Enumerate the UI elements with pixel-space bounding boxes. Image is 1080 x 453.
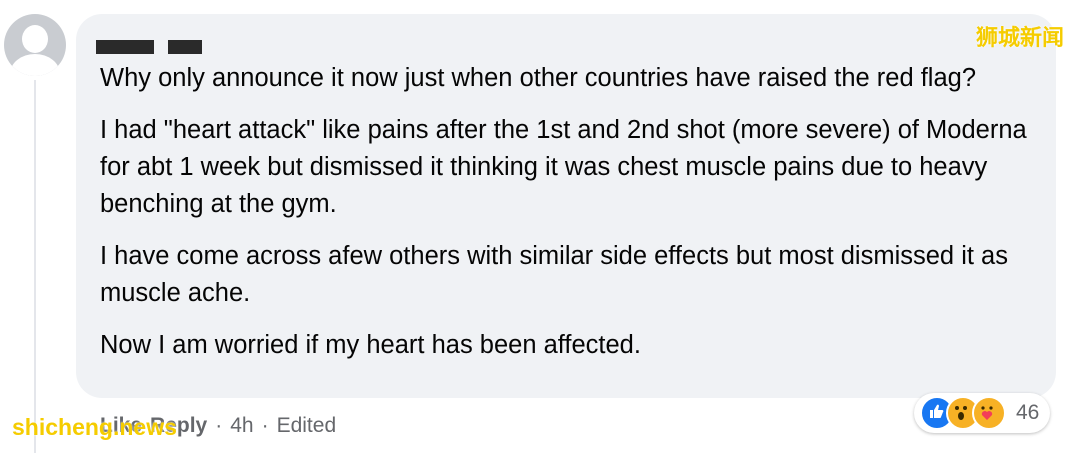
redaction-block (96, 40, 154, 54)
comment-paragraph: I had "heart attack" like pains after th… (100, 116, 1027, 218)
comment-text: Why only announce it now just when other… (100, 60, 1040, 379)
avatar-body-shape (10, 54, 60, 76)
reactions-summary[interactable]: 46 (914, 393, 1050, 433)
timestamp-link[interactable]: 4h (230, 414, 253, 438)
edited-label[interactable]: Edited (277, 414, 337, 438)
watermark-bottom: shicheng.news (12, 414, 177, 440)
redaction-block (168, 40, 202, 54)
comment-paragraph: Now I am worried if my heart has been af… (100, 331, 641, 359)
reaction-count: 46 (1016, 401, 1040, 424)
care-icon (972, 396, 1006, 430)
separator: · (215, 414, 223, 437)
comment-paragraph: Why only announce it now just when other… (100, 64, 977, 92)
avatar[interactable] (4, 14, 66, 76)
watermark-top: 狮城新闻 (975, 26, 1064, 51)
avatar-head-shape (22, 25, 48, 53)
thread-line (34, 80, 36, 453)
comment-paragraph: I have come across afew others with simi… (100, 242, 1008, 307)
author-name-redacted[interactable] (96, 26, 202, 54)
separator: · (261, 414, 269, 437)
